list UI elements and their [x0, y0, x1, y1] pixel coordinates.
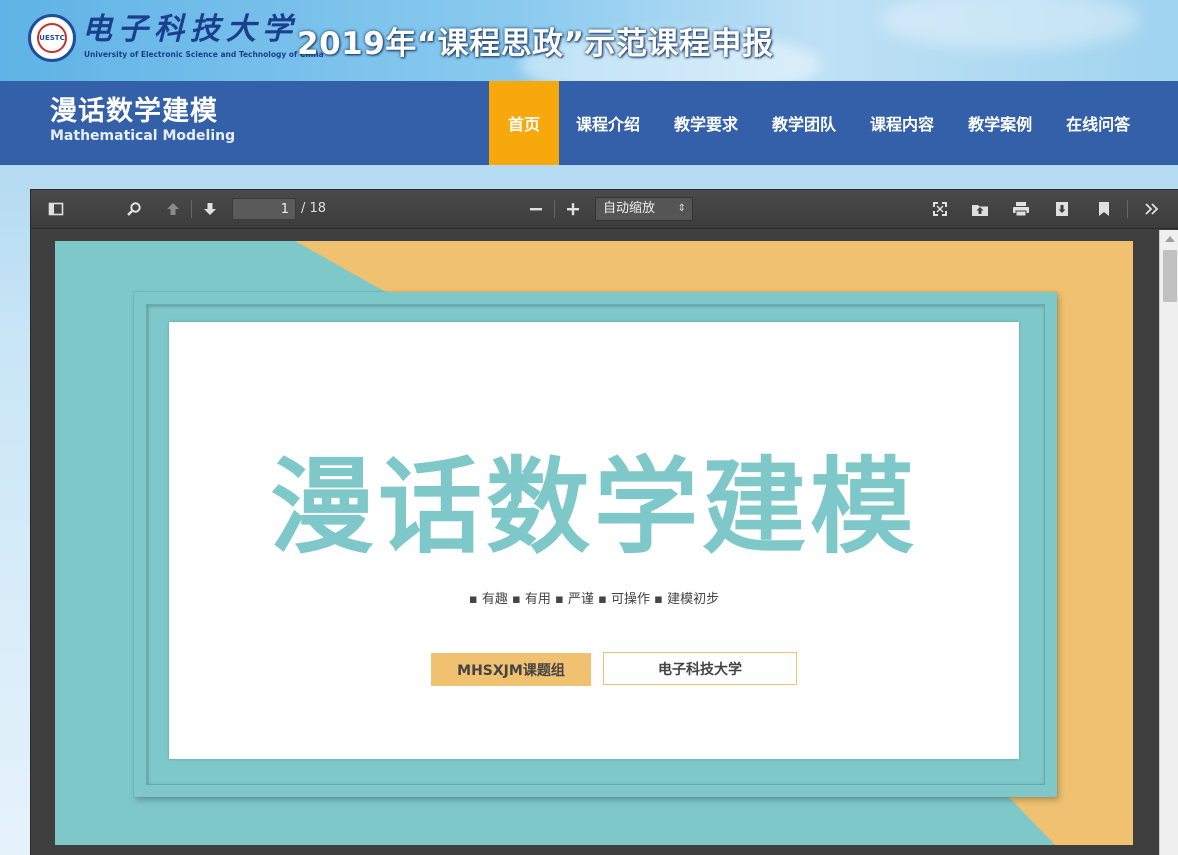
slide-title: 漫话数学建模 — [269, 446, 918, 568]
group-label: MHSXJM课题组 — [431, 653, 591, 686]
seal-text: UESTC — [37, 23, 67, 53]
nav-item-course-intro[interactable]: 课程介绍 — [559, 81, 657, 165]
scrollbar-thumb[interactable] — [1163, 250, 1177, 302]
previous-page-icon[interactable] — [162, 197, 184, 221]
next-page-icon[interactable] — [199, 197, 221, 221]
banner-cloud — [880, 0, 1140, 50]
top-banner: UESTC 电子科技大学 University of Electronic Sc… — [0, 0, 1178, 81]
slide-frame: 漫话数学建模 ▪ 有趣 ▪ 有用 ▪ 严谨 ▪ 可操作 ▪ 建模初步 MHSXJ… — [134, 292, 1057, 797]
university-name: 电子科技大学 — [82, 12, 298, 47]
nav-item-teaching-cases[interactable]: 教学案例 — [951, 81, 1049, 165]
slide-card: 漫话数学建模 ▪ 有趣 ▪ 有用 ▪ 严谨 ▪ 可操作 ▪ 建模初步 MHSXJ… — [169, 322, 1019, 759]
site-title-cn: 漫话数学建模 — [50, 96, 218, 127]
pdf-page-area[interactable]: 漫话数学建模 ▪ 有趣 ▪ 有用 ▪ 严谨 ▪ 可操作 ▪ 建模初步 MHSXJ… — [31, 230, 1178, 855]
print-icon[interactable] — [1010, 197, 1032, 221]
zoom-select-value: 自动缩放 — [603, 201, 656, 216]
page-number-input[interactable] — [232, 198, 296, 220]
nav-item-home[interactable]: 首页 — [489, 81, 559, 165]
pdf-page: 漫话数学建模 ▪ 有趣 ▪ 有用 ▪ 严谨 ▪ 可操作 ▪ 建模初步 MHSXJ… — [55, 241, 1133, 845]
open-file-icon[interactable] — [969, 197, 991, 221]
tools-icon[interactable] — [1141, 197, 1163, 221]
scroll-up-arrow-icon[interactable] — [1165, 236, 1175, 242]
nav-item-online-qa[interactable]: 在线问答 — [1049, 81, 1147, 165]
download-icon[interactable] — [1051, 197, 1073, 221]
nav-item-teaching-team[interactable]: 教学团队 — [755, 81, 853, 165]
pdf-viewer: / 18 自动缩放 ⇕ — [30, 189, 1178, 855]
nav-menu: 首页 课程介绍 教学要求 教学团队 课程内容 教学案例 在线问答 — [489, 81, 1147, 165]
nav-item-teaching-requirements[interactable]: 教学要求 — [657, 81, 755, 165]
zoom-in-icon[interactable] — [562, 197, 584, 221]
toolbar-divider — [554, 200, 555, 218]
main-nav: 漫话数学建模 Mathematical Modeling 首页 课程介绍 教学要… — [0, 81, 1178, 165]
university-name-en: University of Electronic Science and Tec… — [84, 50, 324, 59]
toolbar-divider — [1127, 200, 1128, 218]
page-heading: 2019年“课程思政”示范课程申报 — [297, 26, 774, 62]
page-count: / 18 — [301, 201, 327, 216]
pdf-toolbar: / 18 自动缩放 ⇕ — [31, 190, 1178, 229]
presentation-mode-icon[interactable] — [929, 197, 951, 221]
university-label: 电子科技大学 — [603, 652, 797, 685]
search-icon[interactable] — [123, 197, 145, 221]
sidebar-toggle-icon[interactable] — [45, 197, 67, 221]
nav-item-course-content[interactable]: 课程内容 — [853, 81, 951, 165]
bookmark-icon[interactable] — [1093, 197, 1115, 221]
slide-tagline: ▪ 有趣 ▪ 有用 ▪ 严谨 ▪ 可操作 ▪ 建模初步 — [468, 592, 720, 607]
site-title-en: Mathematical Modeling — [50, 128, 236, 144]
zoom-out-icon[interactable] — [525, 197, 547, 221]
site-logo[interactable]: 漫话数学建模 Mathematical Modeling — [50, 95, 235, 144]
vertical-scrollbar[interactable] — [1159, 230, 1178, 855]
zoom-select[interactable]: 自动缩放 ⇕ — [595, 197, 693, 221]
toolbar-divider — [191, 200, 192, 218]
university-seal-logo: UESTC — [28, 14, 76, 62]
chevron-updown-icon: ⇕ — [677, 203, 686, 214]
